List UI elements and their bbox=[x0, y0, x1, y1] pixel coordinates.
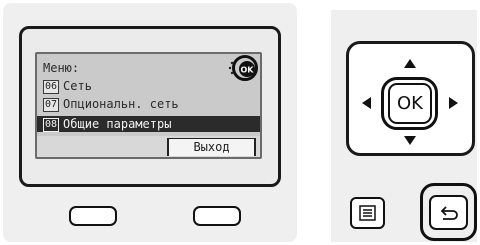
ok-button[interactable]: OK bbox=[388, 83, 432, 124]
menu-item-label: Опциональн. сеть bbox=[63, 97, 179, 111]
arrow-left-icon[interactable] bbox=[362, 97, 371, 109]
menu-item-number: 08 bbox=[43, 118, 60, 132]
list-menu-icon bbox=[359, 205, 376, 221]
arrow-right-icon[interactable] bbox=[449, 97, 458, 109]
menu-header: Меню: bbox=[43, 61, 80, 75]
menu-item-optional-network[interactable]: 07 Опциональн. сеть bbox=[43, 96, 179, 112]
arrow-down-icon[interactable] bbox=[404, 136, 416, 145]
left-soft-key[interactable] bbox=[69, 206, 117, 226]
back-arrow-icon bbox=[440, 206, 458, 220]
menu-button[interactable] bbox=[350, 197, 385, 229]
lcd-screen: Меню: 06 Сеть 07 Опциональн. сеть 08 Общие … bbox=[35, 52, 262, 159]
right-soft-key[interactable] bbox=[193, 206, 241, 226]
menu-item-general-settings[interactable]: 08 Общие параметры bbox=[37, 116, 260, 132]
menu-item-label: Сеть bbox=[63, 79, 92, 93]
menu-item-label: Общие параметры bbox=[63, 117, 172, 131]
menu-item-network[interactable]: 06 Сеть bbox=[43, 78, 92, 94]
arrow-up-icon[interactable] bbox=[404, 59, 416, 68]
menu-item-number: 06 bbox=[43, 80, 60, 94]
ok-indicator-highlight bbox=[232, 55, 258, 81]
menu-item-number: 07 bbox=[43, 98, 60, 112]
exit-softkey-label[interactable]: Выход bbox=[167, 138, 256, 156]
back-button[interactable] bbox=[429, 195, 468, 230]
